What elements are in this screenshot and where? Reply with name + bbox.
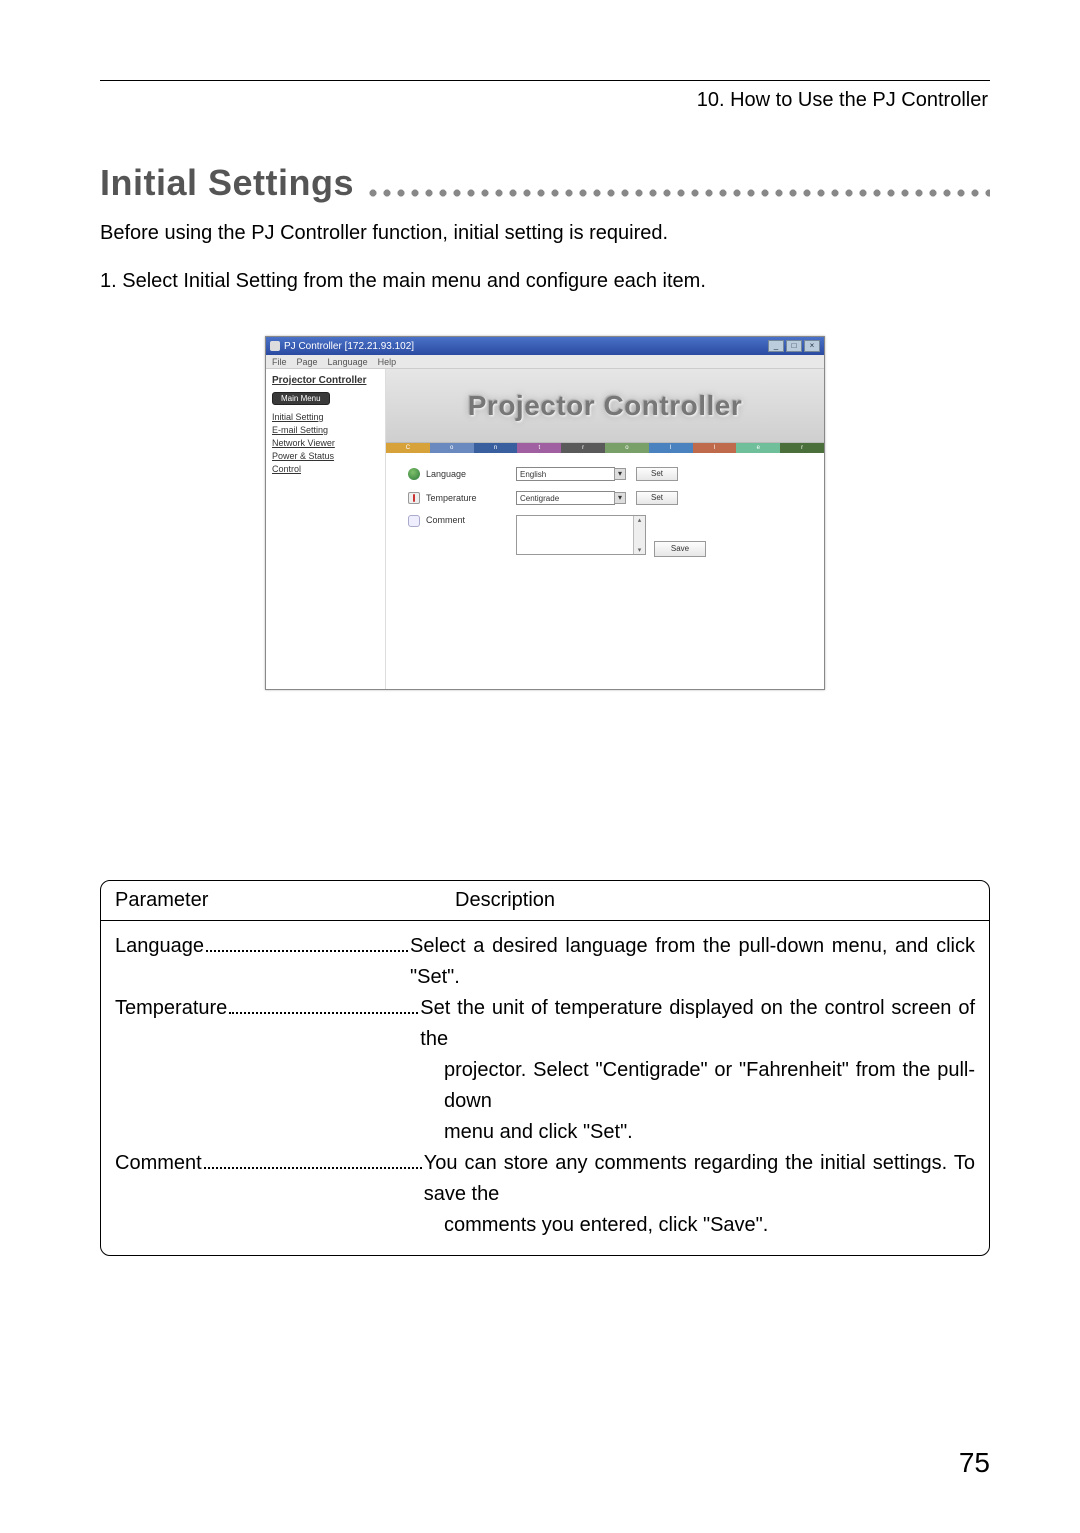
window-title: PJ Controller [172.21.93.102] [284,341,768,352]
globe-icon [408,468,420,480]
top-rule [100,80,990,81]
temperature-label: Temperature [426,493,516,503]
intro-text: Before using the PJ Controller function,… [100,218,990,248]
language-value: English [520,470,546,479]
temperature-select[interactable]: Centigrade [516,491,615,505]
save-button[interactable]: Save [654,541,706,557]
app-icon [270,341,280,351]
row-temperature: Temperature Centigrade ▾ Set [408,491,802,505]
menu-language[interactable]: Language [328,357,368,367]
chevron-down-icon[interactable]: ▾ [614,492,626,504]
window-titlebar: PJ Controller [172.21.93.102] _ □ × [266,337,824,355]
row-comment: Comment ▴ ▾ Save [408,515,802,557]
scrollbar[interactable]: ▴ ▾ [633,516,645,554]
comment-label: Comment [426,515,516,525]
chevron-down-icon[interactable]: ▾ [614,468,626,480]
col-header-description: Description [441,881,569,920]
banner-title: Projector Controller [386,369,824,443]
main-panel: Projector Controller C o n t r o l l e r [386,369,824,689]
dot-leader-icon [366,188,990,198]
param-name-comment: Comment [115,1148,202,1179]
sidebar-title: Projector Controller [272,375,379,386]
color-seg: l [649,443,693,453]
color-seg: l [693,443,737,453]
temperature-value: Centigrade [520,494,559,503]
color-seg: o [430,443,474,453]
sidebar-link-network-viewer[interactable]: Network Viewer [272,438,379,448]
param-desc: Select a desired language from the pull-… [410,931,975,993]
color-seg: e [736,443,780,453]
menu-bar: File Page Language Help [266,355,824,369]
language-label: Language [426,469,516,479]
menu-page[interactable]: Page [297,357,318,367]
param-name-temperature: Temperature [115,993,227,1024]
thermometer-icon [408,492,420,504]
scroll-down-icon[interactable]: ▾ [634,546,645,554]
dot-leader-icon [229,997,418,1014]
sidebar-link-initial-setting[interactable]: Initial Setting [272,412,379,422]
param-name-language: Language [115,931,204,962]
parameter-table: Parameter Description Language Select a … [100,880,990,1256]
step-1-text: 1. Select Initial Setting from the main … [100,266,990,296]
screenshot-container: PJ Controller [172.21.93.102] _ □ × File… [100,336,990,690]
color-seg: C [386,443,430,453]
table-body: Language Select a desired language from … [101,921,989,1255]
dot-leader-icon [204,1152,422,1169]
language-select[interactable]: English [516,467,615,481]
col-header-parameter: Parameter [101,881,441,920]
param-desc-cont: menu and click "Set". [115,1117,975,1148]
table-header-row: Parameter Description [101,881,989,921]
table-row: Comment You can store any comments regar… [115,1148,975,1210]
heading-row: Initial Settings [100,162,990,204]
app-window: PJ Controller [172.21.93.102] _ □ × File… [265,336,825,690]
menu-file[interactable]: File [272,357,287,367]
scroll-up-icon[interactable]: ▴ [634,516,645,524]
row-language: Language English ▾ Set [408,467,802,481]
sidebar: Projector Controller Main Menu Initial S… [266,369,386,689]
color-seg: n [474,443,518,453]
set-button-language[interactable]: Set [636,467,678,481]
minimize-button[interactable]: _ [768,340,784,352]
param-desc: Set the unit of temperature displayed on… [420,993,975,1055]
param-desc: You can store any comments regarding the… [424,1148,975,1210]
maximize-button[interactable]: □ [786,340,802,352]
table-row: Temperature Set the unit of temperature … [115,993,975,1055]
menu-help[interactable]: Help [378,357,397,367]
color-seg: o [605,443,649,453]
comment-icon [408,515,420,527]
color-seg: t [517,443,561,453]
page-number: 75 [959,1447,990,1479]
param-desc-cont: projector. Select "Centigrade" or "Fahre… [115,1055,975,1117]
sidebar-link-control[interactable]: Control [272,464,379,474]
param-desc-cont: comments you entered, click "Save". [115,1210,975,1241]
color-seg: r [561,443,605,453]
dot-leader-icon [206,935,408,952]
chapter-title: 10. How to Use the PJ Controller [100,89,990,112]
sidebar-link-power-status[interactable]: Power & Status [272,451,379,461]
close-button[interactable]: × [804,340,820,352]
sidebar-link-email-setting[interactable]: E-mail Setting [272,425,379,435]
color-bar: C o n t r o l l e r [386,443,824,453]
page-heading: Initial Settings [100,162,354,204]
main-menu-button[interactable]: Main Menu [272,392,330,405]
table-row: Language Select a desired language from … [115,931,975,993]
comment-textarea[interactable]: ▴ ▾ [516,515,646,555]
set-button-temperature[interactable]: Set [636,491,678,505]
color-seg: r [780,443,824,453]
